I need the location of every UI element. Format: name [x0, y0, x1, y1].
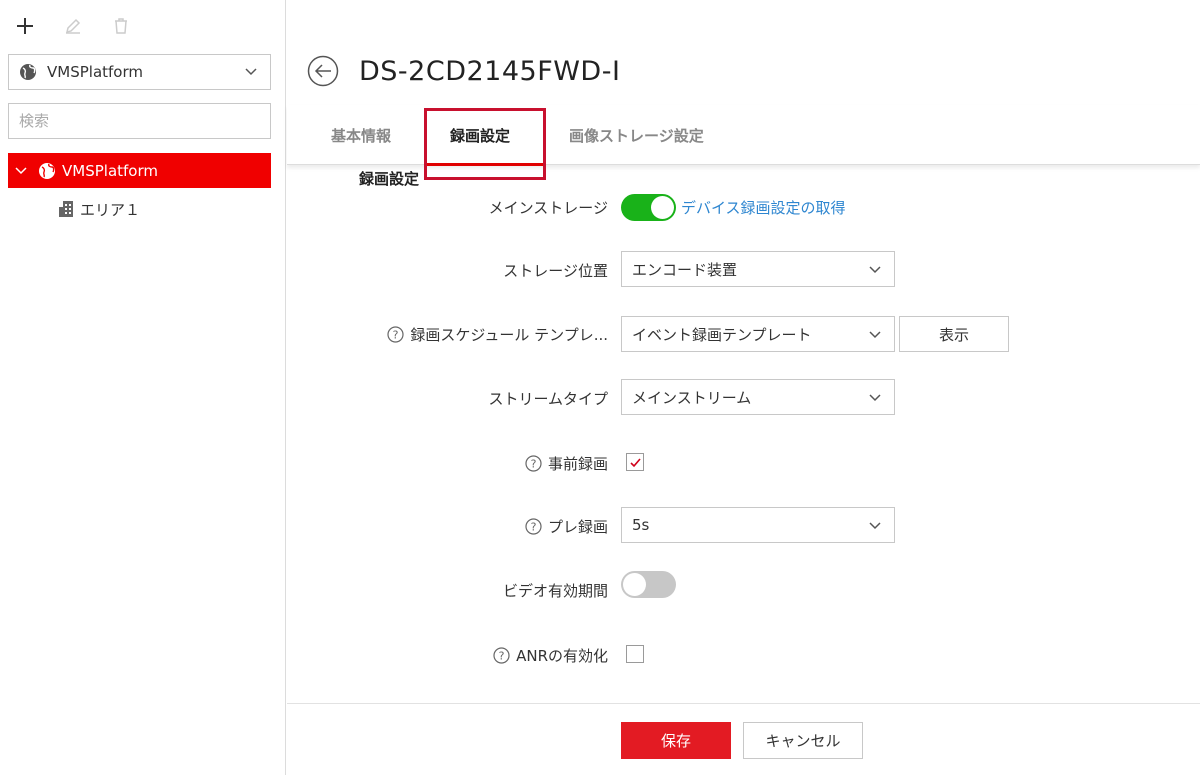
- site-select[interactable]: VMSPlatform: [8, 54, 271, 90]
- tree-root-node[interactable]: VMSPlatform: [8, 153, 271, 188]
- active-tab-indicator: [427, 163, 543, 166]
- stream-type-label: ストリームタイプ: [488, 390, 608, 408]
- svg-text:?: ?: [499, 650, 505, 663]
- chevron-down-icon: [869, 522, 881, 530]
- building-icon: [59, 201, 73, 217]
- edit-icon[interactable]: [62, 15, 84, 37]
- back-arrow-icon[interactable]: [307, 55, 339, 87]
- help-icon[interactable]: ?: [387, 326, 405, 343]
- help-icon[interactable]: ?: [493, 647, 510, 664]
- tree-item-area[interactable]: エリア１: [58, 197, 140, 221]
- sidebar: VMSPlatform VMSPlatform エリア１: [0, 0, 286, 775]
- sidebar-toolbar: [14, 12, 132, 40]
- chevron-down-icon: [869, 394, 881, 402]
- chevron-down-icon[interactable]: [14, 164, 28, 178]
- page-title: DS-2CD2145FWD-I: [359, 55, 621, 87]
- checkmark-icon: [629, 457, 641, 467]
- cancel-button[interactable]: キャンセル: [743, 722, 863, 759]
- main-storage-label: メインストレージ: [488, 199, 608, 217]
- page-header: DS-2CD2145FWD-I: [307, 55, 620, 87]
- tree-root-label: VMSPlatform: [62, 161, 158, 180]
- section-title: 録画設定: [359, 170, 420, 188]
- add-icon[interactable]: [14, 15, 36, 37]
- globe-icon: [39, 162, 55, 179]
- show-template-button[interactable]: 表示: [899, 316, 1009, 352]
- site-select-value: VMSPlatform: [47, 63, 143, 81]
- anr-checkbox[interactable]: [626, 645, 644, 663]
- stream-type-select[interactable]: メインストリーム: [621, 379, 895, 415]
- pre-record-checkbox[interactable]: [626, 453, 644, 471]
- svg-text:?: ?: [531, 521, 537, 534]
- storage-location-select[interactable]: エンコード装置: [621, 251, 895, 287]
- tree-item-label: エリア１: [80, 200, 141, 219]
- video-expiry-label: ビデオ有効期間: [502, 582, 608, 600]
- search-input[interactable]: [8, 103, 271, 139]
- help-icon[interactable]: ?: [525, 518, 542, 535]
- footer-bar: 保存 キャンセル: [287, 703, 1200, 775]
- video-expiry-toggle[interactable]: [621, 571, 676, 598]
- chevron-down-icon: [245, 68, 257, 76]
- chevron-down-icon: [869, 331, 881, 339]
- schedule-template-label: ? 録画スケジュール テンプレ...: [387, 324, 608, 345]
- pre-record-time-select[interactable]: 5s: [621, 507, 895, 543]
- svg-text:?: ?: [393, 329, 399, 342]
- get-device-recording-settings-link[interactable]: デバイス録画設定の取得: [681, 197, 846, 218]
- pre-record-time-label: ? プレ録画: [525, 516, 608, 537]
- delete-icon[interactable]: [110, 15, 132, 37]
- tab-image-storage[interactable]: 画像ストレージ設定: [569, 125, 704, 146]
- main-panel: DS-2CD2145FWD-I 基本情報 録画設定 画像ストレージ設定 録画設定…: [287, 0, 1200, 775]
- help-icon[interactable]: ?: [525, 455, 542, 472]
- chevron-down-icon: [869, 266, 881, 274]
- save-button[interactable]: 保存: [621, 722, 731, 759]
- svg-text:?: ?: [531, 458, 537, 471]
- tab-basic-info[interactable]: 基本情報: [331, 125, 391, 146]
- tab-recording-settings[interactable]: 録画設定: [450, 125, 510, 146]
- tab-bar: 基本情報 録画設定 画像ストレージ設定: [287, 105, 1200, 166]
- main-storage-toggle[interactable]: [621, 194, 676, 221]
- globe-icon: [20, 64, 36, 80]
- pre-record-label: ? 事前録画: [525, 453, 608, 474]
- anr-label: ? ANRの有効化: [493, 645, 608, 666]
- schedule-template-select[interactable]: イベント録画テンプレート: [621, 316, 895, 352]
- storage-location-label: ストレージ位置: [503, 262, 608, 280]
